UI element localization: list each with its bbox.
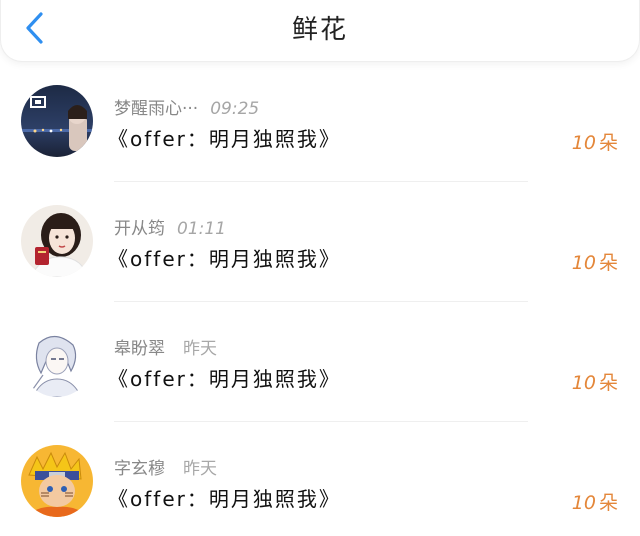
flower-unit: 朵 xyxy=(598,372,618,394)
sender-meta: 皋盼翠 昨天 xyxy=(114,334,217,359)
sender-meta: 梦醒雨心··· 09:25 xyxy=(114,94,259,119)
list-item[interactable]: 皋盼翠 昨天 《offer：明月独照我》 10 朵 xyxy=(0,302,640,422)
sender-name: 开从筠 xyxy=(114,219,165,239)
gift-title: 《offer：明月独照我》 xyxy=(108,127,341,151)
flower-amount: 10 朵 xyxy=(572,248,618,275)
avatar[interactable] xyxy=(21,205,93,277)
list-item[interactable]: 梦醒雨心··· 09:25 《offer：明月独照我》 10 朵 xyxy=(0,62,640,182)
flower-count: 10 xyxy=(571,132,596,154)
night-city-avatar-image xyxy=(21,85,93,157)
page-title: 鲜花 xyxy=(291,15,348,45)
flower-amount: 10 朵 xyxy=(572,128,618,155)
gift-title: 《offer：明月独照我》 xyxy=(108,487,341,511)
flower-unit: 朵 xyxy=(598,132,618,154)
anime-sketch-avatar-image xyxy=(21,325,93,397)
flower-count: 10 xyxy=(571,372,596,394)
sender-meta: 开从筠 01:11 xyxy=(114,214,226,239)
gift-title: 《offer：明月独照我》 xyxy=(108,367,341,391)
flower-amount: 10 朵 xyxy=(572,488,618,515)
gift-title: 《offer：明月独照我》 xyxy=(108,247,341,271)
sent-time: 昨天 xyxy=(183,339,217,359)
top-navigation-bar: 鲜花 xyxy=(0,0,640,62)
flower-count: 10 xyxy=(571,492,596,514)
sender-name: 字玄穆 xyxy=(114,459,165,479)
ninja-anime-avatar-image xyxy=(21,445,93,517)
sender-meta: 字玄穆 昨天 xyxy=(114,454,217,479)
list-item[interactable]: 开从筠 01:11 《offer：明月独照我》 10 朵 xyxy=(0,182,640,302)
sender-name: 皋盼翠 xyxy=(114,339,165,359)
avatar[interactable] xyxy=(21,85,93,157)
flower-amount: 10 朵 xyxy=(572,368,618,395)
avatar[interactable] xyxy=(21,325,93,397)
flower-count: 10 xyxy=(571,252,596,274)
girl-avatar-image xyxy=(21,205,93,277)
flower-unit: 朵 xyxy=(598,252,618,274)
avatar[interactable] xyxy=(21,445,93,517)
sent-time: 01:11 xyxy=(177,219,226,239)
sent-time: 昨天 xyxy=(183,459,217,479)
flower-unit: 朵 xyxy=(598,492,618,514)
sender-name: 梦醒雨心··· xyxy=(114,99,199,119)
sent-time: 09:25 xyxy=(210,99,260,119)
flowers-page: 鲜花 梦醒雨心··· 09:25 《offer：明月独照我》 10 朵 开从筠 … xyxy=(0,0,640,536)
list-item[interactable]: 字玄穆 昨天 《offer：明月独照我》 10 朵 xyxy=(0,422,640,536)
